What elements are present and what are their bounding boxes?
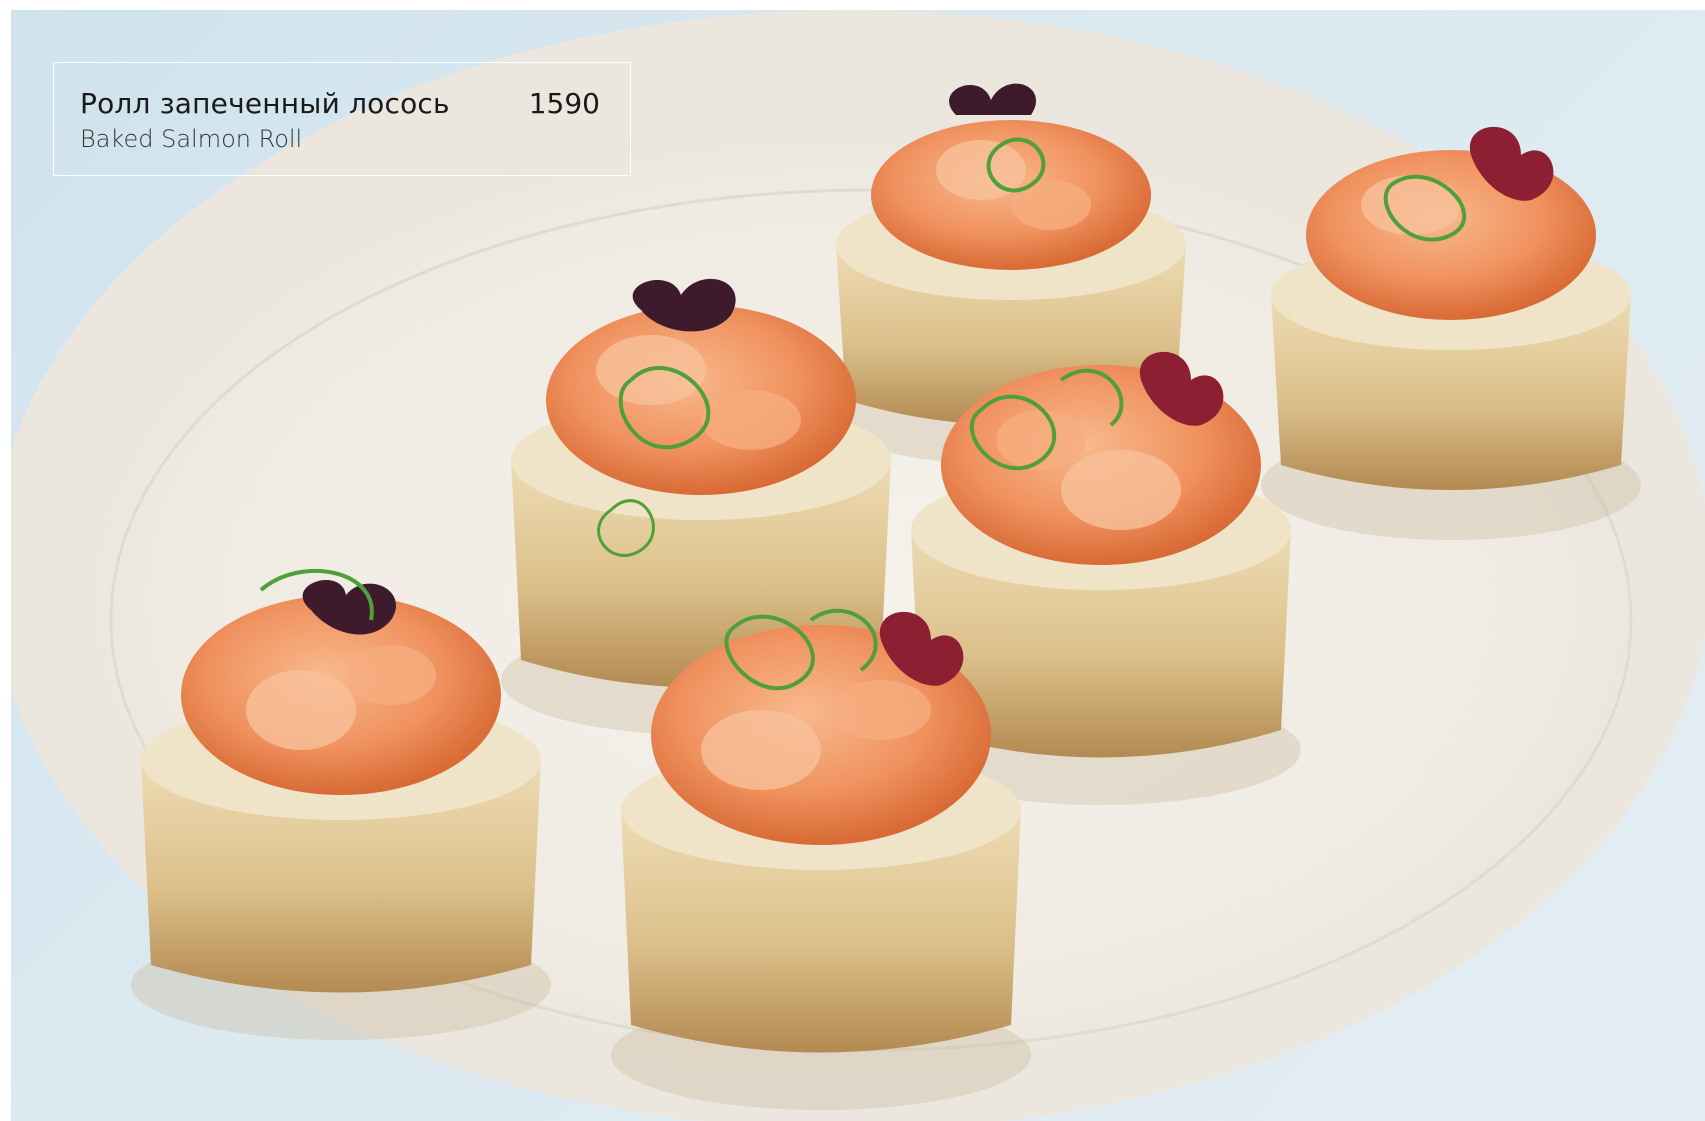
- menu-card-page: Ролл запеченный лосось Baked Salmon Roll…: [0, 0, 1705, 1121]
- food-photo: [11, 10, 1705, 1121]
- menu-item-caption: Ролл запеченный лосось Baked Salmon Roll…: [53, 62, 631, 176]
- roll-piece-front-center: [611, 608, 1031, 1110]
- dish-price: 1590: [528, 87, 600, 120]
- dish-name-ru: Ролл запеченный лосось: [80, 87, 450, 120]
- food-photo-illustration: [11, 10, 1705, 1121]
- dish-name-en: Baked Salmon Roll: [80, 125, 303, 153]
